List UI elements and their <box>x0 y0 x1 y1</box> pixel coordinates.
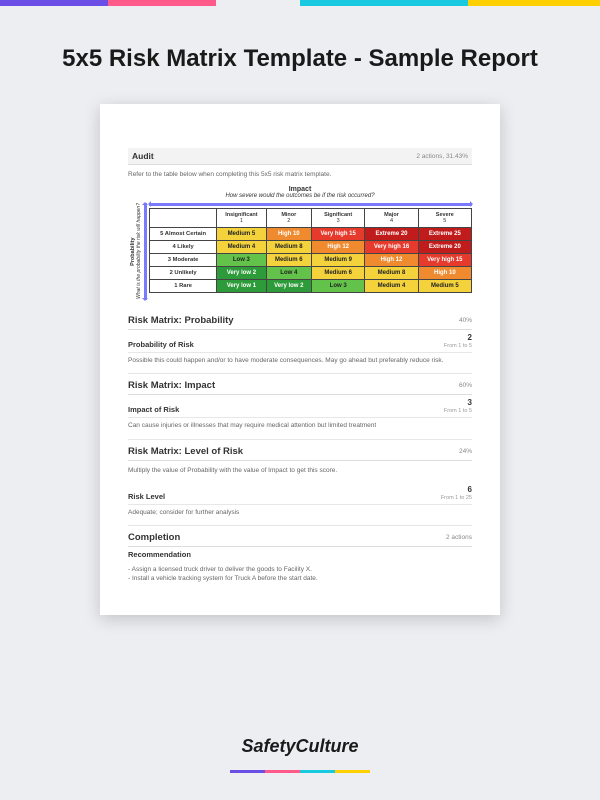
impact-axis-sub: How severe would the outcomes be if the … <box>128 193 472 199</box>
matrix-cell: High 10 <box>418 267 471 280</box>
section-percent: 60% <box>459 382 472 389</box>
matrix-cell: Extreme 20 <box>418 241 471 254</box>
matrix-cell: Extreme 20 <box>365 228 418 241</box>
matrix-cell: Low 4 <box>266 267 311 280</box>
brand-name: SafetyCulture <box>241 736 358 756</box>
impact-axis-heading: Impact <box>128 186 472 193</box>
level-instruction: Multiply the value of Probability with t… <box>128 467 472 474</box>
section-title: Risk Matrix: Impact <box>128 380 215 391</box>
field-range: From 1 to 25 <box>441 495 472 501</box>
brand-underline-icon <box>230 770 370 773</box>
field-value: 2 <box>468 333 472 342</box>
level-note: Adequate; consider for further analysis <box>128 509 472 517</box>
field-label: Risk Level <box>128 492 165 501</box>
risk-matrix: Probability What is the probability the … <box>128 203 472 300</box>
matrix-cell: Very high 15 <box>418 254 471 267</box>
recommendation-label: Recommendation <box>128 550 191 559</box>
impact-note: Can cause injuries or illnesses that may… <box>128 422 472 430</box>
level-of-risk-section-header: Risk Matrix: Level of Risk 24% <box>128 443 472 461</box>
section-title: Completion <box>128 532 180 543</box>
section-percent: 40% <box>459 317 472 324</box>
probability-of-risk-row: Probability of Risk 2From 1 to 5 <box>128 330 472 353</box>
section-meta: 2 actions <box>446 534 472 541</box>
section-title: Risk Matrix: Level of Risk <box>128 446 243 457</box>
matrix-cell: Medium 6 <box>266 254 311 267</box>
matrix-cell: Extreme 25 <box>418 228 471 241</box>
row-header: 2 Unlikely <box>150 267 217 280</box>
matrix-cell: Medium 8 <box>365 267 418 280</box>
field-range: From 1 to 5 <box>444 408 472 414</box>
matrix-cell: Medium 8 <box>266 241 311 254</box>
impact-section-header: Risk Matrix: Impact 60% <box>128 377 472 395</box>
risk-level-row: Risk Level 6From 1 to 25 <box>128 482 472 505</box>
impact-of-risk-row: Impact of Risk 3From 1 to 5 <box>128 395 472 418</box>
matrix-cell: Very low 2 <box>217 267 266 280</box>
matrix-cell: Very low 1 <box>217 280 266 293</box>
field-label: Probability of Risk <box>128 340 194 349</box>
matrix-cell: Medium 6 <box>312 267 365 280</box>
matrix-cell: High 12 <box>312 241 365 254</box>
field-label: Impact of Risk <box>128 405 179 414</box>
probability-axis-sub: What is the probability the risk will ha… <box>136 203 142 299</box>
matrix-cell: Very low 2 <box>266 280 311 293</box>
audit-meta: 2 actions, 31.43% <box>416 153 468 160</box>
matrix-cell: Medium 4 <box>217 241 266 254</box>
recommendation-text: - Assign a licensed truck driver to deli… <box>128 566 472 583</box>
matrix-cell: Very high 15 <box>312 228 365 241</box>
matrix-table: Insignificant1 Minor2 Significant3 Major… <box>149 208 472 293</box>
matrix-cell: Medium 4 <box>365 280 418 293</box>
matrix-cell: Low 3 <box>217 254 266 267</box>
document-preview: Audit 2 actions, 31.43% Refer to the tab… <box>100 104 500 615</box>
section-percent: 24% <box>459 448 472 455</box>
recommendation-label-row: Recommendation <box>128 547 472 562</box>
page-title: 5x5 Risk Matrix Template - Sample Report <box>0 44 600 74</box>
row-header: 5 Almost Certain <box>150 228 217 241</box>
brand-color-bar <box>0 0 600 6</box>
audit-section-header: Audit 2 actions, 31.43% <box>128 148 472 165</box>
field-value: 6 <box>468 485 472 494</box>
probability-axis: Probability What is the probability the … <box>128 203 144 300</box>
section-title: Risk Matrix: Probability <box>128 315 234 326</box>
matrix-cell: Medium 9 <box>312 254 365 267</box>
field-range: From 1 to 5 <box>444 343 472 349</box>
row-header: 3 Moderate <box>150 254 217 267</box>
probability-section-header: Risk Matrix: Probability 40% <box>128 312 472 330</box>
completion-section-header: Completion 2 actions <box>128 529 472 547</box>
row-header: 4 Likely <box>150 241 217 254</box>
matrix-cell: Very high 16 <box>365 241 418 254</box>
matrix-cell: Medium 5 <box>418 280 471 293</box>
matrix-cell: Low 3 <box>312 280 365 293</box>
audit-instruction: Refer to the table below when completing… <box>128 171 472 178</box>
field-value: 3 <box>468 398 472 407</box>
brand-logo: SafetyCulture <box>0 736 600 778</box>
matrix-cell: High 12 <box>365 254 418 267</box>
matrix-cell: High 10 <box>266 228 311 241</box>
probability-note: Possible this could happen and/or to hav… <box>128 357 472 365</box>
vertical-arrow-icon <box>144 203 147 300</box>
horizontal-arrow-icon <box>149 203 472 206</box>
matrix-cell: Medium 5 <box>217 228 266 241</box>
audit-title: Audit <box>132 151 154 161</box>
row-header: 1 Rare <box>150 280 217 293</box>
